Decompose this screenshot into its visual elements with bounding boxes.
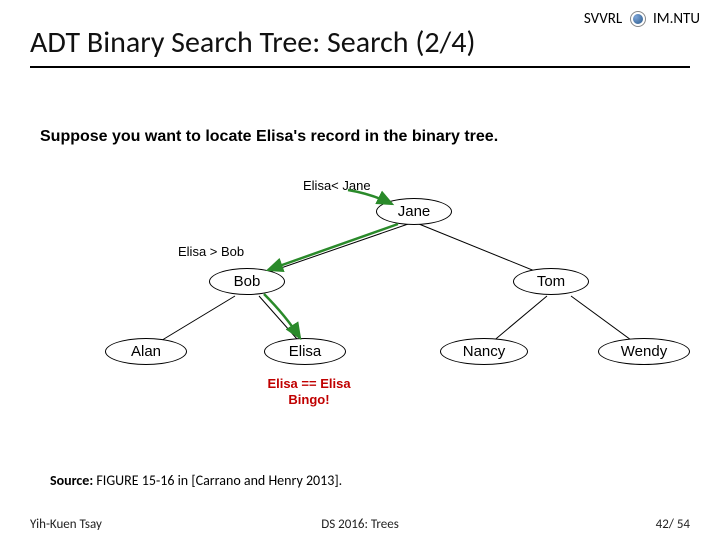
node-ll: Alan	[105, 338, 187, 365]
globe-icon	[630, 11, 646, 27]
header-right: IM.NTU	[653, 10, 700, 28]
node-lr: Elisa	[264, 338, 346, 365]
annotation-left-compare: Elisa > Bob	[178, 244, 244, 259]
node-root: Jane	[376, 198, 452, 225]
node-rl: Nancy	[440, 338, 528, 365]
node-rl-label: Nancy	[463, 343, 506, 360]
node-rr: Wendy	[598, 338, 690, 365]
intro-text: Suppose you want to locate Elisa's recor…	[40, 128, 498, 146]
annotation-found: Elisa == Elisa Bingo!	[254, 376, 364, 407]
footer-course: DS 2016: Trees	[321, 517, 399, 532]
node-left-label: Bob	[234, 273, 261, 290]
node-right: Tom	[513, 268, 589, 295]
footer-author: Yih-Kuen Tsay	[30, 517, 102, 532]
footer-page-current: 42	[656, 517, 669, 532]
header-left: SVVRL	[584, 10, 622, 28]
node-left: Bob	[209, 268, 285, 295]
footer-page-total: 54	[677, 517, 690, 532]
source-label: Source:	[50, 472, 93, 489]
source-text: FIGURE 15-16 in [Carrano and Henry 2013]…	[96, 472, 342, 489]
footer-page: 42/ 54	[656, 517, 690, 532]
node-ll-label: Alan	[131, 343, 161, 360]
page-title: ADT Binary Search Tree: Search (2/4)	[30, 24, 476, 61]
node-rr-label: Wendy	[621, 343, 667, 360]
node-lr-label: Elisa	[289, 343, 322, 360]
title-underline	[30, 66, 690, 68]
source-citation: Source: FIGURE 15-16 in [Carrano and Hen…	[50, 472, 342, 489]
footer-page-sep: /	[669, 517, 674, 532]
node-right-label: Tom	[537, 273, 565, 290]
bst-diagram: Jane Bob Tom Alan Elisa Nancy Wendy Elis…	[0, 170, 720, 430]
annotation-root-compare: Elisa< Jane	[303, 178, 371, 193]
node-root-label: Jane	[398, 203, 431, 220]
header-affiliation: SVVRL IM.NTU	[584, 10, 700, 28]
